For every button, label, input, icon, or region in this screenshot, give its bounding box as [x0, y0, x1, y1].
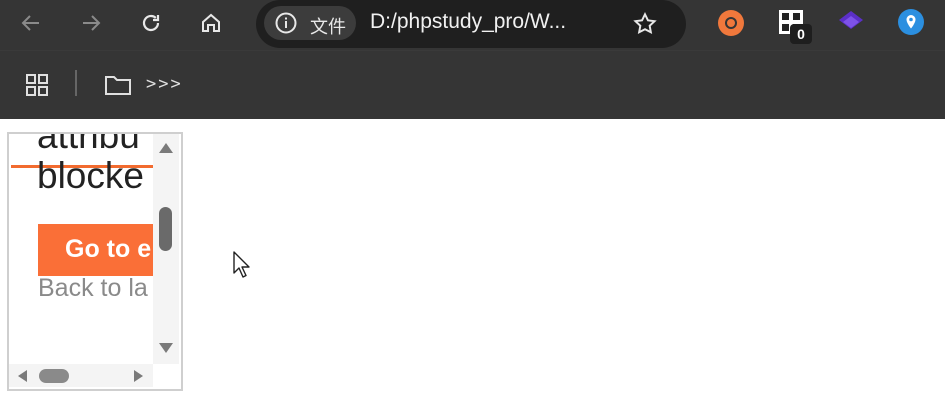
- browser-toolbar: 文件 D:/phpstudy_pro/W... 0: [0, 0, 945, 50]
- extension-orange-ring[interactable]: [714, 8, 748, 38]
- scroll-down-arrow-icon[interactable]: [158, 342, 174, 354]
- extension-badge-count: 0: [790, 24, 812, 44]
- bookmark-star-button[interactable]: [628, 8, 662, 40]
- vertical-scrollbar[interactable]: [153, 134, 179, 364]
- bookmark-folder[interactable]: [100, 71, 136, 99]
- mouse-cursor-icon: [233, 251, 250, 278]
- arrow-right-icon: [83, 15, 101, 31]
- bookmark-folder-label[interactable]: >>>: [146, 74, 183, 94]
- site-info-chip[interactable]: 文件: [264, 6, 356, 40]
- back-link[interactable]: Back to la: [38, 274, 148, 303]
- extension-map-pin[interactable]: [894, 6, 928, 38]
- arrow-left-icon: [21, 15, 39, 31]
- scroll-right-arrow-icon[interactable]: [133, 369, 144, 383]
- forward-button[interactable]: [74, 8, 108, 38]
- apps-grid-icon: [26, 74, 48, 96]
- bookmarks-bar: [0, 50, 945, 119]
- info-icon: [275, 12, 297, 34]
- orange-ring-extension-icon: [718, 10, 744, 36]
- vertical-scroll-thumb[interactable]: [159, 207, 172, 251]
- iframe-heading-line2: blocke: [37, 155, 144, 196]
- home-icon: [202, 13, 220, 32]
- reload-button[interactable]: [134, 8, 168, 38]
- go-to-button-label: Go to e: [65, 235, 152, 263]
- purple-layers-extension-icon: [839, 11, 863, 29]
- back-button[interactable]: [14, 8, 48, 38]
- reload-icon: [142, 14, 160, 32]
- star-icon: [633, 12, 657, 35]
- folder-icon: [105, 76, 131, 95]
- url-text[interactable]: D:/phpstudy_pro/W...: [370, 10, 566, 34]
- apps-button[interactable]: [22, 71, 52, 99]
- iframe-content: attribu blocke Go to e Back to la: [9, 134, 153, 364]
- horizontal-scrollbar[interactable]: [9, 364, 153, 387]
- extension-purple-layers[interactable]: [834, 6, 868, 38]
- embedded-iframe[interactable]: attribu blocke Go to e Back to la: [7, 132, 183, 391]
- home-button[interactable]: [194, 8, 228, 38]
- map-pin-extension-icon: [898, 9, 924, 35]
- security-chip-label: 文件: [310, 17, 346, 38]
- scroll-up-arrow-icon[interactable]: [158, 142, 174, 154]
- bookmarks-separator: [75, 70, 77, 96]
- horizontal-scroll-thumb[interactable]: [39, 369, 69, 383]
- go-to-button[interactable]: Go to e: [38, 224, 153, 276]
- scrollbar-corner: [153, 364, 179, 387]
- address-bar[interactable]: 文件 D:/phpstudy_pro/W...: [256, 0, 686, 48]
- scroll-left-arrow-icon[interactable]: [17, 369, 28, 383]
- iframe-heading-line1: attribu: [37, 134, 140, 156]
